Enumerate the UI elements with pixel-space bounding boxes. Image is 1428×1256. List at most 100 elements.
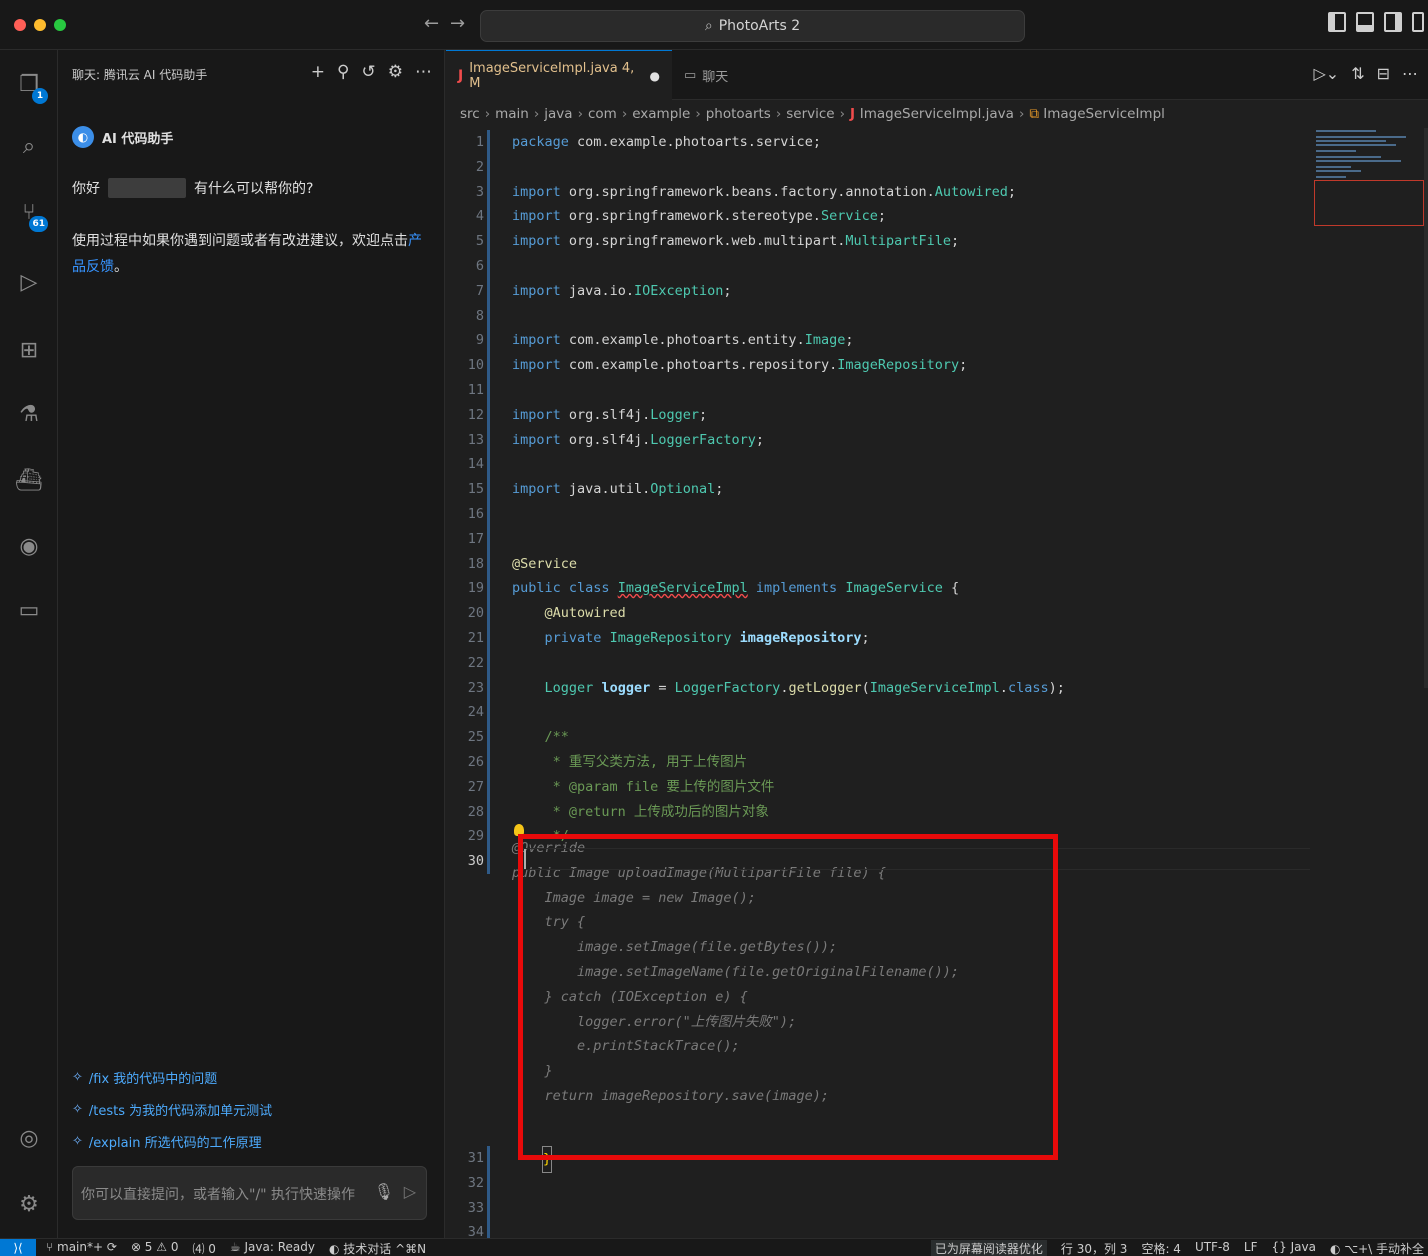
run-icon[interactable]: ▷⌄ xyxy=(1313,64,1339,83)
code-line[interactable]: 18 @Service xyxy=(446,552,1306,577)
screen-reader-status[interactable]: 已为屏幕阅读器优化 xyxy=(930,1240,1047,1256)
breadcrumb-item[interactable]: photoarts xyxy=(706,106,771,122)
breadcrumb-item[interactable]: example xyxy=(632,106,690,122)
run-debug-icon[interactable]: ▷ xyxy=(14,268,44,298)
indentation[interactable]: 空格: 4 xyxy=(1141,1240,1181,1256)
extensions-icon[interactable]: ⊞ xyxy=(14,336,44,366)
code-line[interactable]: 24 xyxy=(446,700,1306,725)
maximize-window-button[interactable] xyxy=(54,19,66,31)
docker-icon[interactable]: ⛴ xyxy=(14,466,44,496)
compare-changes-icon[interactable]: ⇅ xyxy=(1351,64,1364,83)
breadcrumb-item[interactable]: ImageServiceImpl.java xyxy=(860,106,1014,122)
code-line[interactable]: 22 xyxy=(446,651,1306,676)
annotation-highlight-box xyxy=(518,834,1058,1160)
end-of-line[interactable]: LF xyxy=(1244,1240,1258,1256)
more-actions-icon[interactable]: ⋯ xyxy=(1402,64,1418,83)
line-number: 2 xyxy=(475,158,484,175)
code-line[interactable]: 7 import java.io.IOException; xyxy=(446,279,1306,304)
code-line[interactable]: 17 xyxy=(446,527,1306,552)
split-editor-icon[interactable]: ⊟ xyxy=(1377,64,1390,83)
code-line[interactable]: 3 import org.springframework.beans.factor… xyxy=(446,180,1306,205)
code-line[interactable]: 19 public class ImageServiceImpl implemen… xyxy=(446,576,1306,601)
code-line[interactable]: 32 xyxy=(446,1171,1306,1196)
back-arrow-icon[interactable]: ← xyxy=(424,13,439,34)
gear-icon[interactable]: ⚙ xyxy=(14,1190,44,1220)
code-line[interactable]: 11 xyxy=(446,378,1306,403)
code-line[interactable]: 15 import java.util.Optional; xyxy=(446,477,1306,502)
code-line[interactable]: 26 * 重写父类方法, 用于上传图片 xyxy=(446,750,1306,775)
code-line[interactable]: 12 import org.slf4j.Logger; xyxy=(446,403,1306,428)
source-control-icon[interactable]: ⑂ 61 xyxy=(14,198,48,232)
code-line[interactable]: 28 * @return 上传成功后的图片对象 xyxy=(446,800,1306,825)
toggle-secondary-sidebar-icon[interactable] xyxy=(1384,12,1402,32)
assistant-name: AI 代码助手 xyxy=(102,131,174,147)
search-icon[interactable]: ⌕ xyxy=(14,132,44,162)
explorer-icon[interactable]: ❐ 1 xyxy=(14,70,48,104)
forward-arrow-icon[interactable]: → xyxy=(450,13,465,34)
account-icon[interactable]: ◎ xyxy=(14,1124,44,1154)
language-mode[interactable]: {} Java xyxy=(1272,1240,1316,1256)
line-number: 12 xyxy=(467,406,484,423)
code-line[interactable]: 10 import com.example.photoarts.repositor… xyxy=(446,353,1306,378)
code-line[interactable]: 27 * @param file 要上传的图片文件 xyxy=(446,775,1306,800)
quick-action-fix[interactable]: ✧ /fix 我的代码中的问题 xyxy=(72,1068,217,1087)
code-line[interactable]: 9 import com.example.photoarts.entity.Ima… xyxy=(446,328,1306,353)
tab-chat[interactable]: ▭ 聊天 xyxy=(672,50,792,100)
minimap[interactable] xyxy=(1312,128,1424,228)
encoding[interactable]: UTF-8 xyxy=(1195,1240,1230,1256)
toggle-panel-icon[interactable] xyxy=(1356,12,1374,32)
ports-status[interactable]: ⑷ 0 xyxy=(192,1240,215,1256)
tab-imageserviceimpl[interactable]: J ImageServiceImpl.java 4, M ● xyxy=(446,50,672,100)
code-line[interactable]: 2 xyxy=(446,155,1306,180)
code-line[interactable]: 8 xyxy=(446,304,1306,329)
branch-status[interactable]: ⑂ main*+ ⟳ xyxy=(46,1240,117,1256)
new-chat-icon[interactable]: + xyxy=(311,62,325,82)
quick-action-explain[interactable]: ✧ /explain 所选代码的工作原理 xyxy=(72,1132,262,1151)
activity-bar: ❐ 1 ⌕ ⑂ 61 ▷ ⊞ ⚗ ⛴ ◉ ▭ ◎ ⚙ xyxy=(0,50,58,1238)
code-line[interactable]: 13 import org.slf4j.LoggerFactory; xyxy=(446,428,1306,453)
ai-assistant-icon[interactable]: ◉ xyxy=(14,532,44,562)
java-status[interactable]: ☕ Java: Ready xyxy=(230,1240,315,1256)
code-line[interactable]: 14 xyxy=(446,452,1306,477)
history-icon[interactable]: ↺ xyxy=(362,62,376,82)
close-window-button[interactable] xyxy=(14,19,26,31)
send-icon[interactable]: ▷ xyxy=(404,1182,416,1201)
line-number: 26 xyxy=(467,754,484,770)
code-line[interactable]: 20 @Autowired xyxy=(446,601,1306,626)
unsaved-dot-icon[interactable]: ● xyxy=(650,69,660,83)
cursor-position[interactable]: 行 30，列 3 xyxy=(1061,1240,1128,1256)
breadcrumb-item[interactable]: main xyxy=(495,106,529,122)
breadcrumb-item[interactable]: java xyxy=(544,106,572,122)
settings-icon[interactable]: ⚙ xyxy=(388,62,403,82)
chat-input[interactable]: 你可以直接提问，或者输入"/" 执行快速操作 🎙 ▷ xyxy=(72,1166,427,1220)
code-line[interactable]: 25 /** xyxy=(446,725,1306,750)
code-line[interactable]: 5 import org.springframework.web.multipar… xyxy=(446,229,1306,254)
customize-layout-icon[interactable] xyxy=(1412,12,1424,32)
remote-indicator-icon[interactable]: ⟩⟨ xyxy=(0,1239,36,1256)
code-line[interactable]: 23 Logger logger = LoggerFactory.getLogg… xyxy=(446,676,1306,701)
more-icon[interactable]: ⋯ xyxy=(415,62,432,82)
pin-icon[interactable]: ⚲ xyxy=(337,62,349,82)
code-line[interactable]: 1 package com.example.photoarts.service; xyxy=(446,130,1306,155)
microphone-icon[interactable]: 🎙 xyxy=(374,1182,394,1201)
code-line[interactable]: 16 xyxy=(446,502,1306,527)
quick-action-tests[interactable]: ✧ /tests 为我的代码添加单元测试 xyxy=(72,1100,272,1119)
breadcrumb-item[interactable]: com xyxy=(588,106,617,122)
testing-icon[interactable]: ⚗ xyxy=(14,400,44,430)
code-line[interactable]: 21 private ImageRepository imageReposito… xyxy=(446,626,1306,651)
code-line[interactable]: 6 xyxy=(446,254,1306,279)
code-text: import org.slf4j.Logger; xyxy=(512,406,708,423)
code-line[interactable]: 4 import org.springframework.stereotype.S… xyxy=(446,204,1306,229)
breadcrumb-item[interactable]: src xyxy=(460,106,480,122)
problems-status[interactable]: ⊗ 5 ⚠ 0 xyxy=(131,1240,179,1256)
minimize-window-button[interactable] xyxy=(34,19,46,31)
breadcrumb-item[interactable]: service xyxy=(786,106,834,122)
chat-icon[interactable]: ▭ xyxy=(14,596,44,626)
toggle-primary-sidebar-icon[interactable] xyxy=(1328,12,1346,32)
breadcrumb-item[interactable]: ImageServiceImpl xyxy=(1043,106,1165,122)
command-center-search[interactable]: ⌕ PhotoArts 2 xyxy=(480,10,1025,42)
completion-status[interactable]: ◐ ⌥+\ 手动补全 xyxy=(1330,1240,1424,1256)
tech-chat-status[interactable]: ◐ 技术对话 ^⌘N xyxy=(329,1240,426,1256)
code-line[interactable]: 33 xyxy=(446,1196,1306,1221)
editor-scrollbar[interactable] xyxy=(1424,128,1428,688)
